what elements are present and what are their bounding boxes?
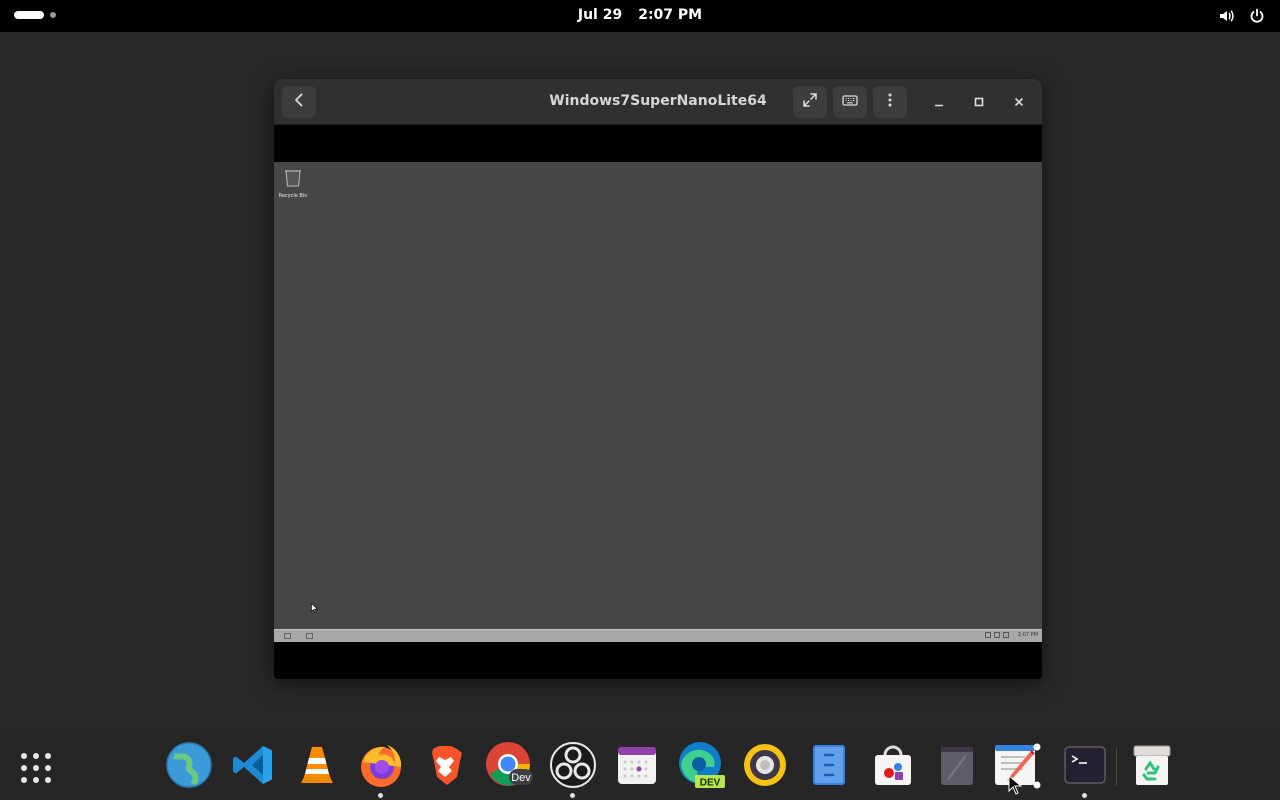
show-apps-button[interactable] [16,748,56,788]
volume-icon [1218,7,1236,25]
dock-brave[interactable] [421,743,469,791]
brave-icon [423,743,467,791]
window-headerbar: Windows7SuperNanoLite64 [274,79,1042,125]
edge-dev-badge: DEV [700,778,721,789]
date-label: Jul 29 [577,7,623,23]
vscode-icon [231,743,275,791]
dock: Dev DEV [0,734,1280,800]
dock-software-store[interactable] [869,743,917,791]
time-label: 2:07 PM [638,7,703,23]
guest-system-tray: 2:07 PM [984,632,1038,638]
vlc-icon [295,743,339,791]
file-cabinet-icon [811,743,847,791]
dock-chrome-dev[interactable]: Dev [485,741,533,793]
running-indicator [570,793,575,798]
calendar-icon [616,744,658,790]
dock-vscode[interactable] [229,743,277,791]
vm-window: Windows7SuperNanoLite64 Recycle Bin 2:07… [274,79,1042,679]
dock-terminal[interactable] [1061,743,1109,798]
tray-volume-icon[interactable] [1002,632,1009,638]
dock-file-cabinet[interactable] [805,743,853,791]
terminal-icon [1063,745,1107,789]
guest-clock[interactable]: 2:07 PM [1018,632,1038,638]
rhythmbox-icon [742,742,788,792]
pointer-cursor-icon [1008,774,1023,799]
tray-flag-icon[interactable] [993,632,1000,638]
chrome-dev-badge: Dev [511,772,531,784]
start-button[interactable] [284,633,291,639]
menu-icon [882,92,898,112]
pointer-cursor-icon [311,598,319,617]
dock-edge-dev[interactable]: DEV [677,741,725,793]
back-icon [291,92,307,112]
guest-taskbar: 2:07 PM [274,629,1042,642]
obs-icon [550,742,596,792]
clock[interactable]: Jul 29 2:07 PM [0,7,1280,23]
maximize-icon [973,93,985,112]
power-icon [1248,7,1266,25]
vm-display[interactable]: Recycle Bin 2:07 PM [274,162,1042,642]
firefox-icon [358,742,404,792]
keyboard-button[interactable] [833,86,867,118]
tray-network-icon[interactable] [984,632,991,638]
close-icon [1013,93,1025,112]
dock-vlc[interactable] [293,743,341,791]
minimize-icon [933,93,945,112]
dock-separator [1116,748,1117,786]
top-bar: Jul 29 2:07 PM [0,0,1280,32]
software-store-icon [871,743,915,791]
chrome-dev-icon: Dev [485,741,533,793]
fullscreen-button[interactable] [793,86,827,118]
dock-firefox[interactable] [357,742,405,798]
notes-icon [938,743,976,791]
recycle-bin-desktop-icon[interactable]: Recycle Bin [278,166,308,199]
running-indicator [378,793,383,798]
recycle-bin-icon [282,170,304,192]
back-button[interactable] [282,86,316,118]
system-menu[interactable] [1218,7,1266,25]
close-button[interactable] [1007,90,1031,114]
dock-rhythmbox[interactable] [741,743,789,791]
show-desktop-button[interactable] [306,633,313,639]
dock-web-browser[interactable] [165,742,213,792]
web-browser-icon [166,742,212,792]
menu-button[interactable] [873,86,907,118]
window-title: Windows7SuperNanoLite64 [549,93,767,109]
maximize-button[interactable] [967,90,991,114]
keyboard-icon [842,92,858,112]
recycle-bin-label: Recycle Bin [278,193,308,199]
minimize-button[interactable] [927,90,951,114]
dock-obs[interactable] [549,742,597,798]
dock-notes[interactable] [933,743,981,791]
dock-calendar[interactable] [613,743,661,791]
edge-dev-icon: DEV [677,741,725,793]
dock-trash[interactable] [1128,743,1176,791]
trash-icon [1131,743,1173,791]
running-indicator [1082,793,1087,798]
show-apps-icon [16,753,56,792]
fullscreen-icon [802,92,818,112]
